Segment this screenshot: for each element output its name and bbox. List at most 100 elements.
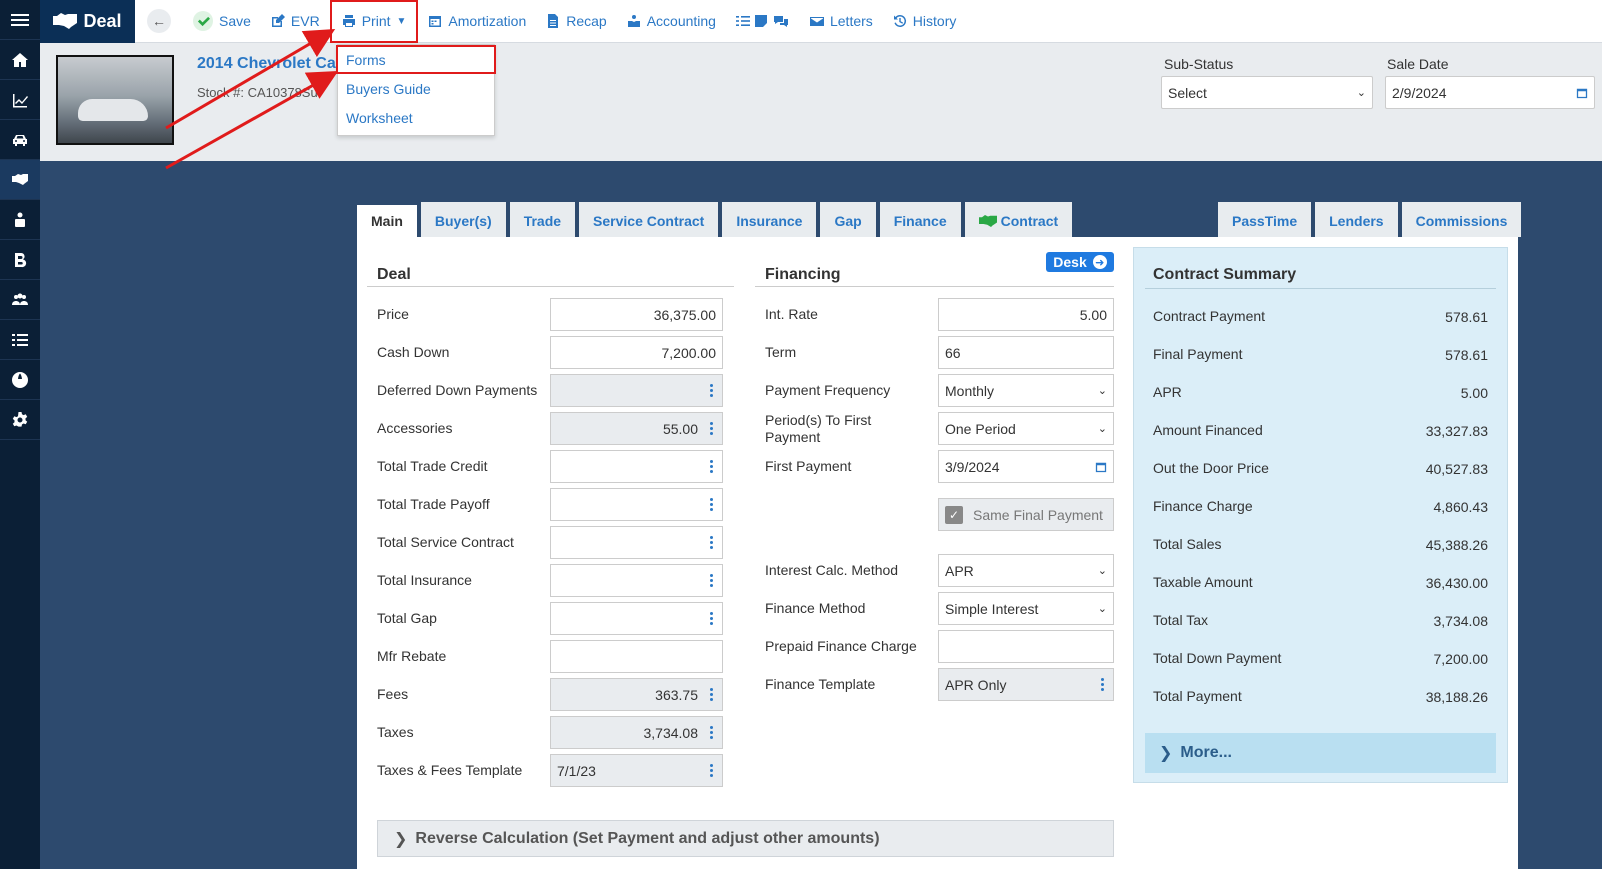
tab-finance[interactable]: Finance [879,202,961,237]
same-final-payment-label: Same Final Payment [973,506,1103,523]
mfr-rebate-input[interactable] [550,640,723,673]
save-button[interactable]: Save [183,0,261,43]
deferred-down-input[interactable] [550,374,723,407]
more-vertical-icon[interactable] [706,460,716,473]
taxes-input[interactable]: 3,734.08 [550,716,723,749]
edit-icon [271,14,285,27]
more-vertical-icon[interactable] [1097,678,1107,691]
history-label: History [912,13,957,29]
letters-label: Letters [829,13,873,29]
service-contract-input[interactable] [550,526,723,559]
prepaid-finance-label: Prepaid Finance Charge [765,638,917,654]
insurance-input[interactable] [550,564,723,597]
int-rate-input[interactable]: 5.00 [938,298,1114,331]
recap-button[interactable]: Recap [536,0,616,43]
desk-button[interactable]: Desk ➜ [1046,252,1114,272]
menu-item-buyers-guide[interactable]: Buyers Guide [338,74,494,103]
more-vertical-icon[interactable] [706,726,716,739]
finance-template-input[interactable]: APR Only [938,668,1114,701]
tab-main[interactable]: Main [357,202,417,237]
more-vertical-icon[interactable] [706,764,716,777]
vehicle-thumbnail[interactable] [56,55,174,145]
chart-icon[interactable] [0,80,40,120]
more-vertical-icon[interactable] [706,688,716,701]
tab-service-contract[interactable]: Service Contract [579,202,719,237]
users-icon[interactable] [0,280,40,320]
cash-down-input[interactable]: 7,200.00 [550,336,723,369]
more-vertical-icon[interactable] [706,498,716,511]
payment-frequency-select[interactable]: Monthly ⌄ [938,374,1114,407]
evr-button[interactable]: EVR [261,0,330,43]
calendar-icon[interactable] [1576,87,1588,99]
history-button[interactable]: History [883,0,967,43]
vehicle-title-link[interactable]: 2014 Chevrolet Car [197,55,342,73]
sale-date-input[interactable]: 2/9/2024 [1385,76,1595,109]
taxes-label: Taxes [377,724,414,740]
same-final-payment-checkbox[interactable]: ✓ Same Final Payment [938,498,1114,531]
sub-status-value: Select [1168,84,1207,101]
back-arrow-icon[interactable]: ← [147,9,171,33]
globe-icon[interactable] [0,360,40,400]
tab-insurance[interactable]: Insurance [722,202,817,237]
first-payment-input[interactable]: 3/9/2024 [938,450,1114,483]
periods-to-first-select[interactable]: One Period ⌄ [938,412,1114,445]
gear-icon[interactable] [0,400,40,440]
finance-method-select[interactable]: Simple Interest ⌄ [938,592,1114,625]
accessories-input[interactable]: 55.00 [550,412,723,445]
tab-buyers[interactable]: Buyer(s) [420,202,506,237]
print-button[interactable]: Print ▼ [329,0,419,43]
more-vertical-icon[interactable] [706,422,716,435]
tab-contract[interactable]: Contract [964,202,1073,237]
save-label: Save [219,13,251,29]
tab-passtime[interactable]: PassTime [1218,202,1312,237]
more-vertical-icon[interactable] [706,574,716,587]
accounting-button[interactable]: Accounting [617,0,726,43]
finance-template-value: APR Only [945,676,1007,693]
sub-status-label: Sub-Status [1164,56,1234,72]
menu-item-worksheet[interactable]: Worksheet [338,103,494,132]
home-icon[interactable] [0,40,40,80]
brand-label: Deal [83,10,122,31]
term-input[interactable]: 66 [938,336,1114,369]
chevron-down-icon: ⌄ [1097,385,1107,397]
trade-credit-input[interactable] [550,450,723,483]
gap-input[interactable] [550,602,723,635]
gap-label: Total Gap [377,610,437,626]
tab-lenders[interactable]: Lenders [1315,202,1398,237]
fees-input[interactable]: 363.75 [550,678,723,711]
print-label: Print [361,13,391,29]
tax-fee-template-input[interactable]: 7/1/23 [550,754,723,787]
handshake-icon[interactable] [0,160,40,200]
note-icon [754,15,767,27]
more-vertical-icon[interactable] [706,536,716,549]
brand[interactable]: Deal [40,0,135,43]
more-button[interactable]: ❯ More... [1145,733,1496,773]
summary-label: Total Tax [1153,612,1208,628]
interest-calc-select[interactable]: APR ⌄ [938,554,1114,587]
people-carry-icon[interactable] [0,200,40,240]
bold-b-icon[interactable] [0,240,40,280]
hamburger-menu-icon[interactable] [0,0,40,40]
checklist-notes-chat-buttons[interactable] [726,0,800,43]
menu-item-forms[interactable]: Forms [336,45,496,74]
trade-payoff-input[interactable] [550,488,723,521]
taxes-value: 3,734.08 [643,724,699,741]
task-list-icon[interactable] [0,320,40,360]
more-vertical-icon[interactable] [706,384,716,397]
calendar-icon[interactable] [1095,461,1107,473]
deal-section-title: Deal [377,266,411,283]
sub-status-select[interactable]: Select ⌄ [1161,76,1373,109]
reverse-calculation-toggle[interactable]: ❯ Reverse Calculation (Set Payment and ad… [377,820,1114,857]
tab-commissions[interactable]: Commissions [1401,202,1522,237]
price-label: Price [377,306,409,322]
checkbox-checked-icon[interactable]: ✓ [945,505,963,524]
more-label: More... [1180,744,1232,761]
price-input[interactable]: 36,375.00 [550,298,723,331]
more-vertical-icon[interactable] [706,612,716,625]
car-icon[interactable] [0,120,40,160]
tab-trade[interactable]: Trade [509,202,576,237]
tab-gap[interactable]: Gap [820,202,876,237]
letters-button[interactable]: Letters [800,0,883,43]
amortization-button[interactable]: Amortization [418,0,536,43]
prepaid-finance-input[interactable] [938,630,1114,663]
